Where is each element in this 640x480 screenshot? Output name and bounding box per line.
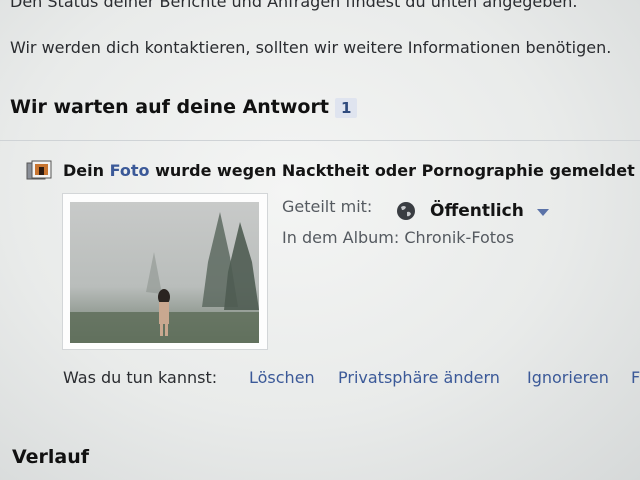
contact-info-text: Wir werden dich kontaktieren, sollten wi… <box>10 38 612 57</box>
photo-icon <box>26 160 52 182</box>
delete-link[interactable]: Löschen <box>249 368 315 387</box>
reported-photo <box>70 202 259 343</box>
privacy-value[interactable]: Öffentlich <box>430 201 524 221</box>
section-divider <box>0 140 640 141</box>
chevron-down-icon[interactable] <box>537 209 549 216</box>
awaiting-title-label: Wir warten auf deine Antwort <box>10 96 329 118</box>
actions-label: Was du tun kannst: <box>63 368 218 387</box>
photo-thumbnail[interactable] <box>62 193 268 350</box>
history-section-title: Verlauf <box>12 446 90 468</box>
globe-icon <box>396 201 416 221</box>
notification-message: Dein Foto wurde wegen Nacktheit oder Por… <box>63 161 635 180</box>
awaiting-count-badge: 1 <box>334 98 358 118</box>
shared-with-label: Geteilt mit: <box>282 197 373 216</box>
notification-text-after: wurde wegen Nacktheit oder Pornographie … <box>149 161 635 180</box>
status-intro-text: Den Status deiner Berichte und Anfragen … <box>10 0 578 11</box>
notification-text-before: Dein <box>63 161 110 180</box>
photo-link[interactable]: Foto <box>110 161 150 180</box>
album-info: In dem Album: Chronik-Fotos <box>282 228 515 247</box>
ignore-link[interactable]: Ignorieren <box>527 368 609 387</box>
awaiting-section-title: Wir warten auf deine Antwort 1 <box>10 96 358 118</box>
truncated-action-link[interactable]: F <box>631 368 640 387</box>
change-privacy-link[interactable]: Privatsphäre ändern <box>338 368 500 387</box>
